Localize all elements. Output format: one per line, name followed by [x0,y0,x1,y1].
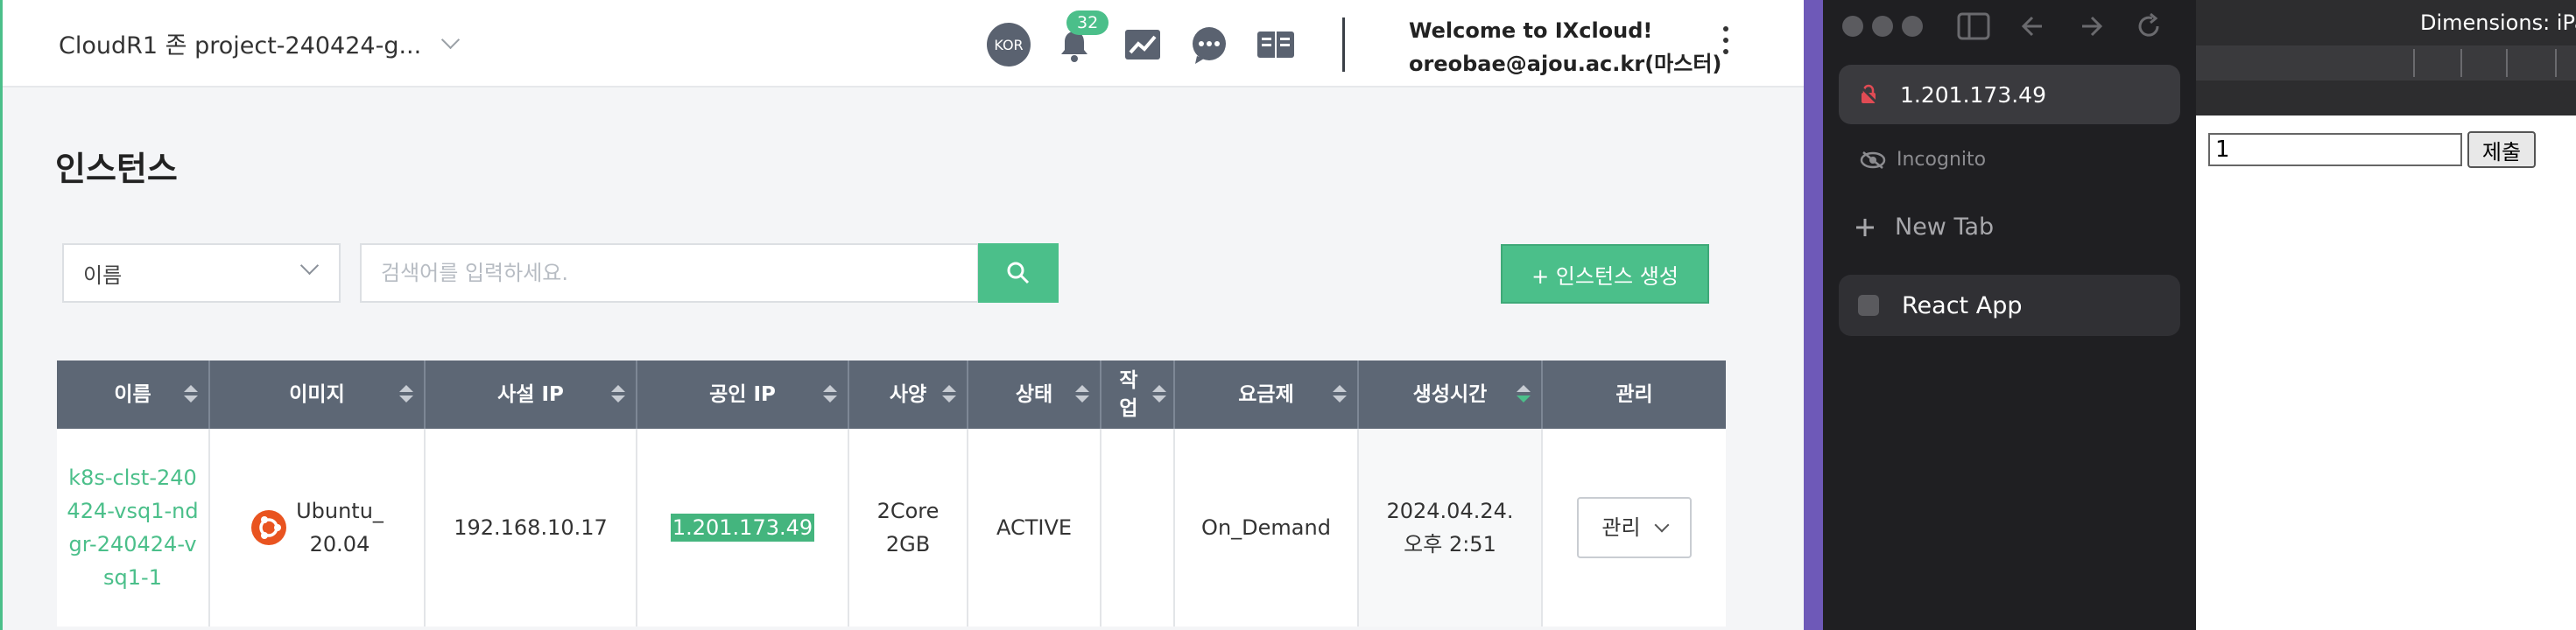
column-header: 관리 [1542,360,1726,429]
instance-table: 이름 이미지 사설 IP 공인 IP 사양 상태 작업 요금제 생성시간 관리 … [57,360,1726,626]
search-field-select[interactable]: 이름 [62,243,341,303]
sort-icon[interactable] [399,385,413,406]
column-header[interactable]: 이름 [57,360,210,429]
top-bar: CloudR1 존 project-240424-g... KOR 32 Wel [3,0,1804,88]
task-cell [1101,429,1175,626]
manual-book-icon[interactable] [1255,24,1297,66]
sort-icon[interactable] [1075,385,1089,406]
dimensions-label[interactable]: Dimensions: iPa [2420,10,2576,35]
incognito-indicator: Incognito [1860,149,1986,171]
tab-react-app[interactable]: React App [1839,275,2180,336]
column-header[interactable]: 사설 IP [425,360,637,429]
device-toolbar: Dimensions: iPa [2196,0,2576,46]
sort-icon[interactable] [942,385,956,406]
browser-sidebar: 1.201.173.49 Incognito New Tab React App [1823,0,2196,630]
sort-icon[interactable] [611,385,625,406]
close-window-button[interactable] [1842,16,1863,37]
manage-label: 관리 [1601,515,1641,540]
search-icon [1007,262,1030,284]
preview-text-input[interactable] [2208,133,2462,166]
welcome-text: Welcome to IXcloud! [1409,18,1653,43]
notification-count-badge: 32 [1066,10,1109,35]
table-row: k8s-clst-240424-vsq1-ndgr-240424-vsq1-1 … [57,429,1726,626]
sort-icon[interactable] [1152,385,1166,406]
back-icon[interactable] [2017,10,2049,42]
new-tab-button[interactable]: New Tab [1855,214,1994,241]
public-ip-value: 1.201.173.49 [670,514,815,542]
column-header[interactable]: 공인 IP [637,360,849,429]
new-tab-label: New Tab [1895,214,1995,241]
ruler-divider [2413,49,2415,77]
ruler-divider [2506,49,2508,77]
device-secondary-bar [2196,80,2576,116]
search-field-value: 이름 [83,262,123,288]
image-cell: Ubuntu_20.04 [209,429,426,626]
device-preview-panel: Dimensions: iPa 제출 [2196,0,2576,630]
tab-favicon-icon [1858,295,1879,316]
search-button[interactable] [978,243,1059,303]
chevron-down-icon [299,256,320,276]
user-account: oreobae@ajou.ac.kr(마스터) [1409,52,1722,76]
search-input[interactable] [360,243,979,303]
cloud-console: CloudR1 존 project-240424-g... KOR 32 Wel [0,0,1804,630]
submit-button[interactable]: 제출 [2467,131,2536,168]
top-bar-divider [1342,18,1345,72]
ubuntu-icon [251,510,286,545]
manage-dropdown-button[interactable]: 관리 [1577,497,1692,558]
instance-name-cell[interactable]: k8s-clst-240424-vsq1-ndgr-240424-vsq1-1 [57,429,210,626]
column-header[interactable]: 생성시간 [1358,360,1543,429]
ruler-divider [2460,49,2462,77]
device-ruler-bar [2196,46,2576,80]
chevron-down-icon [1654,517,1670,533]
incognito-eye-icon [1860,150,1886,169]
created-time-value: 2024.04.24. 오후 2:51 [1386,499,1514,556]
tab-title: React App [1902,291,2023,319]
instance-name-link[interactable]: k8s-clst-240424-vsq1-ndgr-240424-vsq1-1 [67,466,198,590]
sort-icon[interactable] [1517,385,1531,406]
column-header[interactable]: 요금제 [1174,360,1359,429]
chart-icon[interactable] [1122,24,1164,66]
chevron-down-icon [441,30,461,50]
sort-icon[interactable] [823,385,837,406]
ruler-divider [2555,49,2557,77]
table-header-row: 이름 이미지 사설 IP 공인 IP 사양 상태 작업 요금제 생성시간 관리 [57,360,1726,429]
column-header[interactable]: 상태 [968,360,1101,429]
plus-icon [1856,218,1874,236]
project-selector[interactable]: CloudR1 존 project-240424-g... [59,26,461,60]
column-header[interactable]: 작업 [1101,360,1175,429]
created-time-cell: 2024.04.24. 오후 2:51 [1358,429,1543,626]
reload-icon[interactable] [2133,10,2164,42]
more-menu-icon[interactable] [1721,26,1731,61]
incognito-label: Incognito [1897,149,1987,171]
create-instance-button[interactable]: + 인스턴스 생성 [1501,244,1709,304]
language-badge[interactable]: KOR [987,23,1031,66]
minimize-window-button[interactable] [1872,16,1893,37]
sort-icon[interactable] [184,385,198,406]
address-bar[interactable]: 1.201.173.49 [1839,65,2180,124]
column-header[interactable]: 사양 [848,360,968,429]
manage-cell: 관리 [1542,429,1726,626]
column-header[interactable]: 이미지 [209,360,426,429]
public-ip-cell: 1.201.173.49 [637,429,849,626]
plan-cell: On_Demand [1174,429,1359,626]
sort-icon[interactable] [1333,385,1347,406]
welcome-block: Welcome to IXcloud! oreobae@ajou.ac.kr(마… [1409,14,1721,80]
image-name: Ubuntu_20.04 [296,499,384,556]
chat-icon[interactable] [1188,24,1230,66]
spec-cell: 2Core 2GB [848,429,968,626]
not-secure-lock-icon [1858,84,1879,105]
status-cell: ACTIVE [968,429,1101,626]
page-title: 인스턴스 [55,150,178,188]
address-text: 1.201.173.49 [1900,81,2046,108]
project-selector-label: CloudR1 존 project-240424-g... [59,32,422,60]
sidebar-toggle-icon[interactable] [1956,10,1991,42]
spec-value: 2Core 2GB [876,499,940,556]
private-ip-cell: 192.168.10.17 [425,429,637,626]
maximize-window-button[interactable] [1902,16,1923,37]
forward-icon[interactable] [2075,10,2107,42]
